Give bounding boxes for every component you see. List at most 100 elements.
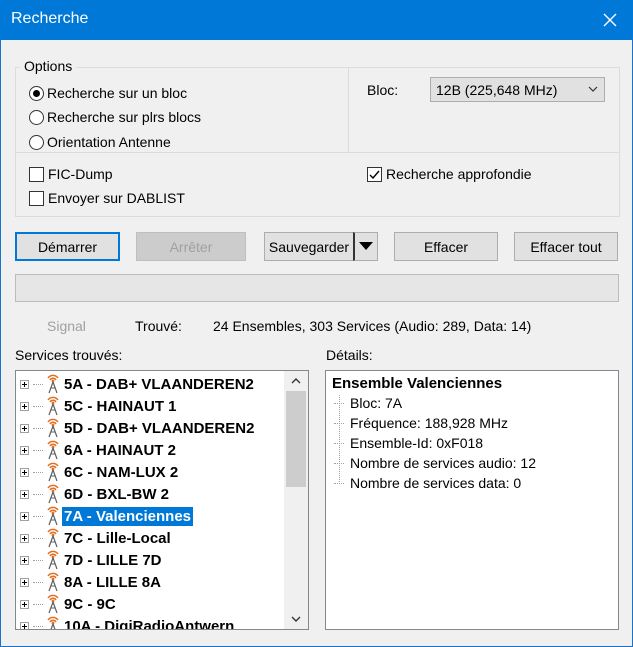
tree-item[interactable]: 8A - LILLE 8A [20,571,163,593]
send-dablist-box [29,190,44,206]
close-icon [603,13,617,27]
details-label: Détails: [326,347,373,363]
antenna-icon [47,440,59,460]
fic-dump-checkbox[interactable]: FIC-Dump [29,164,113,184]
antenna-icon [47,396,59,416]
radio-antenna-orientation-label: Orientation Antenne [47,134,171,150]
services-scrollbar[interactable] [284,371,308,629]
expand-icon[interactable] [20,577,29,587]
tree-item-label: 5D - DAB+ VLAANDEREN2 [64,419,255,437]
options-group-title: Options [20,58,77,74]
radio-multi-bloc-indicator [29,109,44,125]
tree-item-label: 6C - NAM-LUX 2 [64,463,179,481]
tree-connector [33,405,43,407]
save-button[interactable]: Sauvegarder [264,232,354,261]
details-item-text: Ensemble-Id: 0xF018 [350,435,484,451]
expand-icon[interactable] [20,401,29,411]
tree-connector [33,581,43,583]
tree-connector [334,482,344,484]
antenna-icon [47,374,59,394]
tree-item[interactable]: 9C - 9C [20,593,118,615]
tree-item[interactable]: 10A - DigiRadioAntwern [20,615,236,630]
details-title: Ensemble Valenciennes [332,375,503,392]
antenna-icon [47,484,59,504]
chevron-down-icon [588,86,598,92]
tree-item[interactable]: 5D - DAB+ VLAANDEREN2 [20,417,256,439]
window-title: Recherche [11,10,89,27]
details-item: Ensemble-Id: 0xF018 [334,433,483,453]
radio-single-bloc-label: Recherche sur un bloc [47,85,188,101]
start-button[interactable]: Démarrer [15,232,120,261]
close-button[interactable] [587,0,633,40]
antenna-icon [47,616,59,629]
options-divider-horizontal [16,152,619,153]
tree-connector [33,559,43,561]
expand-icon[interactable] [20,599,29,609]
found-label: Trouvé: [135,318,182,334]
deep-search-checkbox[interactable]: Recherche approfondie [367,164,532,184]
expand-icon[interactable] [20,533,29,543]
radio-antenna-orientation[interactable]: Orientation Antenne [29,132,171,152]
services-scroll-thumb[interactable] [286,391,306,487]
details-item: Nombre de services audio: 12 [334,453,536,473]
scroll-up-icon[interactable] [291,377,301,384]
antenna-icon [47,418,59,438]
save-dropdown-button[interactable] [353,232,378,261]
tree-item[interactable]: 6D - BXL-BW 2 [20,483,171,505]
send-dablist-checkbox[interactable]: Envoyer sur DABLIST [29,188,185,208]
services-label: Services trouvés: [15,347,123,363]
tree-item[interactable]: 7C - Lille-Local [20,527,173,549]
details-item-text: Fréquence: 188,928 MHz [350,415,508,431]
expand-icon[interactable] [20,423,29,433]
expand-icon[interactable] [20,555,29,565]
tree-item-label: 9C - 9C [64,595,116,613]
radio-multi-bloc-label: Recherche sur plrs blocs [47,109,202,125]
tree-connector [334,402,344,404]
deep-search-label: Recherche approfondie [386,166,532,182]
tree-connector [33,603,43,605]
clear-all-button[interactable]: Effacer tout [514,232,618,261]
deep-search-box [367,166,382,182]
services-tree[interactable]: 5A - DAB+ VLAANDEREN2 5C - HAINAUT 1 5D - … [15,370,309,630]
tree-connector [334,462,344,464]
radio-multi-bloc[interactable]: Recherche sur plrs blocs [29,107,201,127]
expand-icon[interactable] [20,511,29,521]
expand-icon[interactable] [20,621,29,629]
tree-item[interactable]: 5A - DAB+ VLAANDEREN2 [20,373,256,395]
tree-item-label: 5C - HAINAUT 1 [64,397,177,415]
bloc-select[interactable]: 12B (225,648 MHz) [430,77,605,102]
details-tree: Ensemble Valenciennes Bloc: 7A Fréquence:… [325,370,619,630]
tree-item-label: 7D - LILLE 7D [64,551,162,569]
radio-single-bloc[interactable]: Recherche sur un bloc [29,83,187,103]
tree-item-label: 10A - DigiRadioAntwern [64,617,235,630]
tree-connector [33,493,43,495]
antenna-icon [47,550,59,570]
expand-icon[interactable] [20,489,29,499]
scroll-down-icon[interactable] [291,616,301,623]
tree-item[interactable]: 6A - HAINAUT 2 [20,439,178,461]
bloc-select-value: 12B (225,648 MHz) [436,82,558,98]
signal-label: Signal [47,318,86,334]
antenna-icon [47,462,59,482]
expand-icon[interactable] [20,445,29,455]
tree-item[interactable]: 7A - Valenciennes [20,505,194,527]
tree-connector [33,471,43,473]
antenna-icon [47,572,59,592]
stop-button[interactable]: Arrêter [136,232,246,261]
expand-icon[interactable] [20,379,29,389]
tree-connector [33,427,43,429]
details-item-text: Nombre de services audio: 12 [350,455,536,471]
tree-item-label: 6D - BXL-BW 2 [64,485,169,503]
tree-item-label: 8A - LILLE 8A [64,573,161,591]
antenna-icon [47,594,59,614]
details-item: Fréquence: 188,928 MHz [334,413,508,433]
tree-connector [33,383,43,385]
radio-single-bloc-indicator [29,85,44,101]
tree-item[interactable]: 5C - HAINAUT 1 [20,395,179,417]
clear-button[interactable]: Effacer [394,232,498,261]
checkmark-icon [369,170,380,179]
details-item: Nombre de services data: 0 [334,473,521,493]
tree-item[interactable]: 7D - LILLE 7D [20,549,164,571]
tree-item[interactable]: 6C - NAM-LUX 2 [20,461,180,483]
expand-icon[interactable] [20,467,29,477]
